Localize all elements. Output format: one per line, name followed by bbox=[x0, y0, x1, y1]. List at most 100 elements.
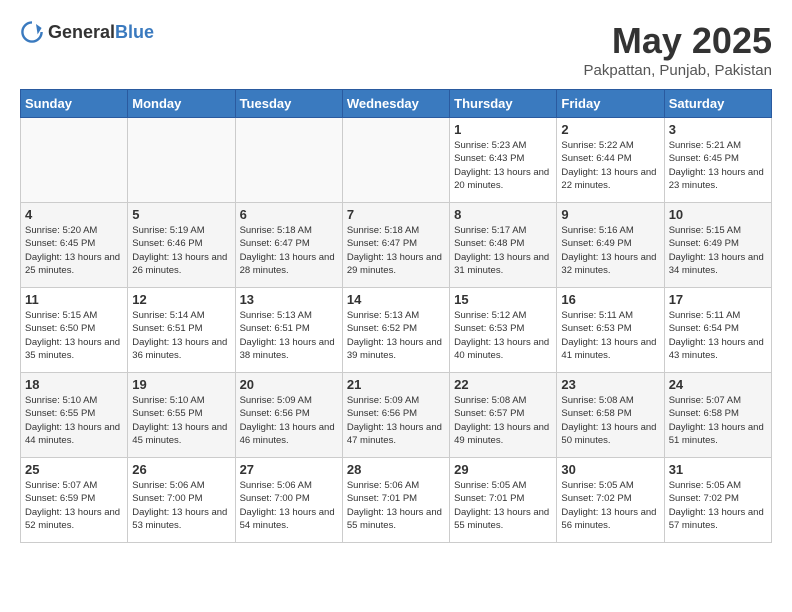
header-row: Sunday Monday Tuesday Wednesday Thursday… bbox=[21, 90, 772, 118]
cell-w1-d4: 1Sunrise: 5:23 AMSunset: 6:43 PMDaylight… bbox=[450, 118, 557, 203]
day-info: Sunrise: 5:07 AMSunset: 6:59 PMDaylight:… bbox=[25, 479, 123, 532]
cell-w4-d6: 24Sunrise: 5:07 AMSunset: 6:58 PMDayligh… bbox=[664, 373, 771, 458]
week-row-1: 1Sunrise: 5:23 AMSunset: 6:43 PMDaylight… bbox=[21, 118, 772, 203]
calendar-table: Sunday Monday Tuesday Wednesday Thursday… bbox=[20, 89, 772, 543]
day-info: Sunrise: 5:17 AMSunset: 6:48 PMDaylight:… bbox=[454, 224, 552, 277]
day-info: Sunrise: 5:19 AMSunset: 6:46 PMDaylight:… bbox=[132, 224, 230, 277]
cell-w5-d2: 27Sunrise: 5:06 AMSunset: 7:00 PMDayligh… bbox=[235, 458, 342, 543]
cell-w4-d3: 21 Sunrise: 5:09 AMSunset: 6:56 PMDayligh… bbox=[342, 373, 449, 458]
cell-w2-d6: 10 Sunrise: 5:15 AMSunset: 6:49 PMDayligh… bbox=[664, 203, 771, 288]
day-number: 8 bbox=[454, 207, 552, 222]
location-subtitle: Pakpattan, Punjab, Pakistan bbox=[584, 62, 772, 79]
day-info: Sunrise: 5:14 AMSunset: 6:51 PMDaylight:… bbox=[132, 309, 230, 362]
week-row-4: 18 Sunrise: 5:10 AMSunset: 6:55 PMDayligh… bbox=[21, 373, 772, 458]
header-monday: Monday bbox=[128, 90, 235, 118]
calendar-body: 1Sunrise: 5:23 AMSunset: 6:43 PMDaylight… bbox=[21, 118, 772, 543]
cell-w3-d1: 12 Sunrise: 5:14 AMSunset: 6:51 PMDayligh… bbox=[128, 288, 235, 373]
cell-w1-d5: 2 Sunrise: 5:22 AMSunset: 6:44 PMDaylight… bbox=[557, 118, 664, 203]
day-info: Sunrise: 5:15 AMSunset: 6:50 PMDaylight:… bbox=[25, 309, 123, 362]
cell-w3-d5: 16Sunrise: 5:11 AMSunset: 6:53 PMDayligh… bbox=[557, 288, 664, 373]
cell-w2-d3: 7 Sunrise: 5:18 AMSunset: 6:47 PMDaylight… bbox=[342, 203, 449, 288]
day-info: Sunrise: 5:05 AMSunset: 7:01 PMDaylight:… bbox=[454, 479, 552, 532]
day-info: Sunrise: 5:16 AMSunset: 6:49 PMDaylight:… bbox=[561, 224, 659, 277]
day-info: Sunrise: 5:06 AMSunset: 7:00 PMDaylight:… bbox=[132, 479, 230, 532]
header-thursday: Thursday bbox=[450, 90, 557, 118]
week-row-3: 11 Sunrise: 5:15 AMSunset: 6:50 PMDayligh… bbox=[21, 288, 772, 373]
cell-w3-d6: 17 Sunrise: 5:11 AMSunset: 6:54 PMDayligh… bbox=[664, 288, 771, 373]
day-info: Sunrise: 5:10 AMSunset: 6:55 PMDaylight:… bbox=[132, 394, 230, 447]
day-info: Sunrise: 5:05 AMSunset: 7:02 PMDaylight:… bbox=[561, 479, 659, 532]
header: GeneralBlue May 2025 Pakpattan, Punjab, … bbox=[20, 20, 772, 79]
cell-w2-d0: 4Sunrise: 5:20 AMSunset: 6:45 PMDaylight… bbox=[21, 203, 128, 288]
day-info: Sunrise: 5:08 AMSunset: 6:57 PMDaylight:… bbox=[454, 394, 552, 447]
day-info: Sunrise: 5:11 AMSunset: 6:54 PMDaylight:… bbox=[669, 309, 767, 362]
day-number: 16 bbox=[561, 292, 659, 307]
day-info: Sunrise: 5:13 AMSunset: 6:51 PMDaylight:… bbox=[240, 309, 338, 362]
logo: GeneralBlue bbox=[20, 20, 154, 44]
day-info: Sunrise: 5:21 AMSunset: 6:45 PMDaylight:… bbox=[669, 139, 767, 192]
cell-w1-d3 bbox=[342, 118, 449, 203]
calendar-header: Sunday Monday Tuesday Wednesday Thursday… bbox=[21, 90, 772, 118]
cell-w5-d0: 25 Sunrise: 5:07 AMSunset: 6:59 PMDayligh… bbox=[21, 458, 128, 543]
logo-text: GeneralBlue bbox=[48, 22, 154, 43]
day-number: 18 bbox=[25, 377, 123, 392]
day-number: 30 bbox=[561, 462, 659, 477]
header-tuesday: Tuesday bbox=[235, 90, 342, 118]
title-section: May 2025 Pakpattan, Punjab, Pakistan bbox=[584, 20, 772, 79]
cell-w3-d4: 15 Sunrise: 5:12 AMSunset: 6:53 PMDayligh… bbox=[450, 288, 557, 373]
week-row-2: 4Sunrise: 5:20 AMSunset: 6:45 PMDaylight… bbox=[21, 203, 772, 288]
cell-w3-d3: 14Sunrise: 5:13 AMSunset: 6:52 PMDayligh… bbox=[342, 288, 449, 373]
day-info: Sunrise: 5:05 AMSunset: 7:02 PMDaylight:… bbox=[669, 479, 767, 532]
cell-w4-d5: 23Sunrise: 5:08 AMSunset: 6:58 PMDayligh… bbox=[557, 373, 664, 458]
cell-w3-d2: 13 Sunrise: 5:13 AMSunset: 6:51 PMDayligh… bbox=[235, 288, 342, 373]
day-number: 17 bbox=[669, 292, 767, 307]
day-number: 13 bbox=[240, 292, 338, 307]
day-info: Sunrise: 5:22 AMSunset: 6:44 PMDaylight:… bbox=[561, 139, 659, 192]
day-number: 15 bbox=[454, 292, 552, 307]
day-number: 28 bbox=[347, 462, 445, 477]
week-row-5: 25 Sunrise: 5:07 AMSunset: 6:59 PMDayligh… bbox=[21, 458, 772, 543]
day-number: 19 bbox=[132, 377, 230, 392]
day-info: Sunrise: 5:09 AMSunset: 6:56 PMDaylight:… bbox=[240, 394, 338, 447]
cell-w1-d0 bbox=[21, 118, 128, 203]
cell-w2-d1: 5Sunrise: 5:19 AMSunset: 6:46 PMDaylight… bbox=[128, 203, 235, 288]
day-info: Sunrise: 5:12 AMSunset: 6:53 PMDaylight:… bbox=[454, 309, 552, 362]
day-number: 21 bbox=[347, 377, 445, 392]
header-saturday: Saturday bbox=[664, 90, 771, 118]
cell-w5-d5: 30 Sunrise: 5:05 AMSunset: 7:02 PMDayligh… bbox=[557, 458, 664, 543]
day-number: 26 bbox=[132, 462, 230, 477]
day-number: 2 bbox=[561, 122, 659, 137]
day-number: 9 bbox=[561, 207, 659, 222]
day-number: 12 bbox=[132, 292, 230, 307]
day-number: 29 bbox=[454, 462, 552, 477]
cell-w4-d1: 19 Sunrise: 5:10 AMSunset: 6:55 PMDayligh… bbox=[128, 373, 235, 458]
day-number: 10 bbox=[669, 207, 767, 222]
day-info: Sunrise: 5:23 AMSunset: 6:43 PMDaylight:… bbox=[454, 139, 552, 192]
day-number: 25 bbox=[25, 462, 123, 477]
day-info: Sunrise: 5:10 AMSunset: 6:55 PMDaylight:… bbox=[25, 394, 123, 447]
day-number: 11 bbox=[25, 292, 123, 307]
day-info: Sunrise: 5:20 AMSunset: 6:45 PMDaylight:… bbox=[25, 224, 123, 277]
cell-w5-d6: 31Sunrise: 5:05 AMSunset: 7:02 PMDayligh… bbox=[664, 458, 771, 543]
month-year-title: May 2025 bbox=[584, 20, 772, 62]
day-info: Sunrise: 5:06 AMSunset: 7:00 PMDaylight:… bbox=[240, 479, 338, 532]
cell-w5-d1: 26 Sunrise: 5:06 AMSunset: 7:00 PMDayligh… bbox=[128, 458, 235, 543]
header-sunday: Sunday bbox=[21, 90, 128, 118]
day-info: Sunrise: 5:18 AMSunset: 6:47 PMDaylight:… bbox=[347, 224, 445, 277]
logo-icon bbox=[20, 20, 44, 44]
header-wednesday: Wednesday bbox=[342, 90, 449, 118]
cell-w1-d6: 3Sunrise: 5:21 AMSunset: 6:45 PMDaylight… bbox=[664, 118, 771, 203]
day-info: Sunrise: 5:06 AMSunset: 7:01 PMDaylight:… bbox=[347, 479, 445, 532]
cell-w3-d0: 11 Sunrise: 5:15 AMSunset: 6:50 PMDayligh… bbox=[21, 288, 128, 373]
cell-w2-d2: 6 Sunrise: 5:18 AMSunset: 6:47 PMDaylight… bbox=[235, 203, 342, 288]
day-info: Sunrise: 5:09 AMSunset: 6:56 PMDaylight:… bbox=[347, 394, 445, 447]
day-number: 7 bbox=[347, 207, 445, 222]
day-number: 6 bbox=[240, 207, 338, 222]
cell-w1-d1 bbox=[128, 118, 235, 203]
day-info: Sunrise: 5:07 AMSunset: 6:58 PMDaylight:… bbox=[669, 394, 767, 447]
day-info: Sunrise: 5:18 AMSunset: 6:47 PMDaylight:… bbox=[240, 224, 338, 277]
day-info: Sunrise: 5:15 AMSunset: 6:49 PMDaylight:… bbox=[669, 224, 767, 277]
cell-w2-d4: 8 Sunrise: 5:17 AMSunset: 6:48 PMDaylight… bbox=[450, 203, 557, 288]
cell-w2-d5: 9 Sunrise: 5:16 AMSunset: 6:49 PMDaylight… bbox=[557, 203, 664, 288]
cell-w1-d2 bbox=[235, 118, 342, 203]
